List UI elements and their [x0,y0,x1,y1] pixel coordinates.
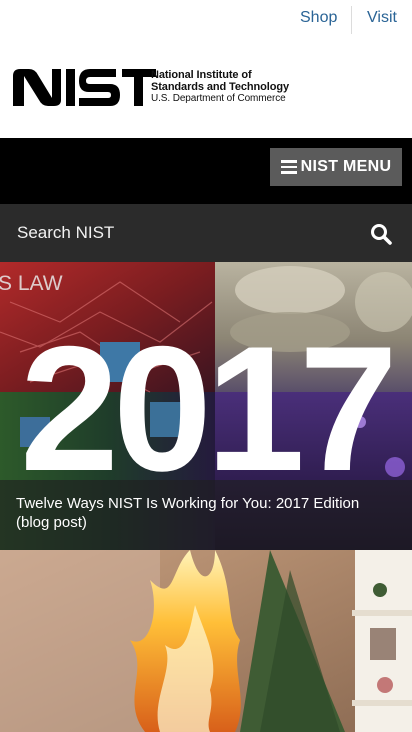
utility-nav: Shop Visit [0,0,412,40]
feature-fire-image [0,550,412,732]
feature-card-fire[interactable] [0,550,412,732]
background-law-text: S LAW [0,272,63,295]
logo-line-1: National Institute of [151,69,252,81]
feature-card-2017[interactable]: S LAW 2017 Twelve Ways NIST Is Working f… [0,262,412,550]
year-2017-graphic-text: 2017 [20,309,392,508]
utility-divider [351,6,352,34]
logo-text: National Institute of Standards and Tech… [151,69,311,105]
header-logo-area: National Institute of Standards and Tech… [0,40,412,138]
main-menu-bar: NIST MENU [0,138,412,204]
visit-link[interactable]: Visit [367,9,397,27]
menu-button-label: NIST MENU [300,158,392,175]
logo-line-3: U.S. Department of Commerce [151,93,286,104]
search-bar [0,204,412,262]
hamburger-icon [280,160,297,174]
search-icon[interactable] [370,223,392,245]
nist-menu-button[interactable]: NIST MENU [270,148,402,186]
logo-line-2: Standards and Technology [151,81,289,93]
feature-caption: Twelve Ways NIST Is Working for You: 201… [0,480,412,550]
feature-caption-text[interactable]: Twelve Ways NIST Is Working for You: 201… [16,494,396,532]
search-input[interactable] [0,204,360,262]
shop-link[interactable]: Shop [300,9,337,27]
